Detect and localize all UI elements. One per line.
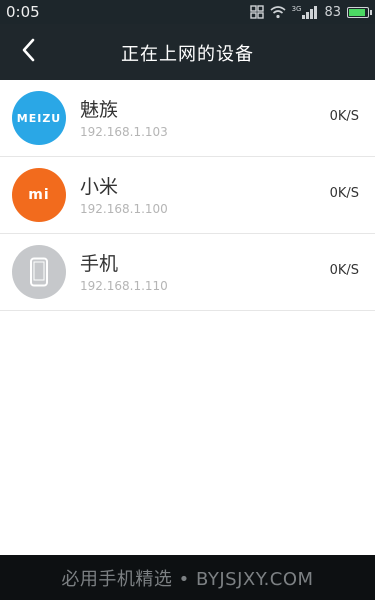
device-row-xiaomi[interactable]: mi 小米 192.168.1.100 0K/S: [0, 157, 375, 234]
device-row-meizu[interactable]: MEIZU 魅族 192.168.1.103 0K/S: [0, 80, 375, 157]
phone-icon: [12, 245, 66, 299]
watermark-bar: 必用手机精选 • BYJSJXY.COM: [0, 555, 375, 600]
network-type-label: 3G: [291, 4, 302, 13]
device-name: 魅族: [80, 99, 119, 121]
status-bar: 0:05 3G 83: [0, 0, 375, 24]
device-row-phone[interactable]: 手机 192.168.1.110 0K/S: [0, 234, 375, 311]
xiaomi-logo-text: mi: [28, 187, 50, 203]
title-bar: 正在上网的设备: [0, 24, 375, 80]
watermark-text: 必用手机精选 • BYJSJXY.COM: [61, 568, 314, 590]
device-name: 小米: [80, 176, 119, 198]
device-speed: 0K/S: [329, 186, 359, 201]
device-speed: 0K/S: [329, 109, 359, 124]
wifi-icon: [270, 5, 286, 19]
meizu-logo-text: MEIZU: [16, 111, 62, 125]
device-name: 手机: [80, 253, 119, 275]
battery-icon: [347, 6, 372, 18]
signal-icon: 3G: [291, 4, 319, 19]
battery-level: 83: [324, 4, 341, 20]
device-ip: 192.168.1.110: [80, 279, 168, 293]
grid-icon: [249, 5, 264, 19]
device-list: MEIZU 魅族 192.168.1.103 0K/S mi 小米 192.16…: [0, 80, 375, 311]
device-speed: 0K/S: [329, 263, 359, 278]
status-icons: 3G 83: [249, 3, 372, 21]
device-ip: 192.168.1.103: [80, 125, 168, 139]
status-time: 0:05: [6, 3, 40, 21]
device-ip: 192.168.1.100: [80, 202, 168, 216]
page-title: 正在上网的设备: [121, 44, 254, 65]
meizu-logo-icon: MEIZU: [12, 91, 66, 145]
xiaomi-logo-icon: mi: [12, 168, 66, 222]
